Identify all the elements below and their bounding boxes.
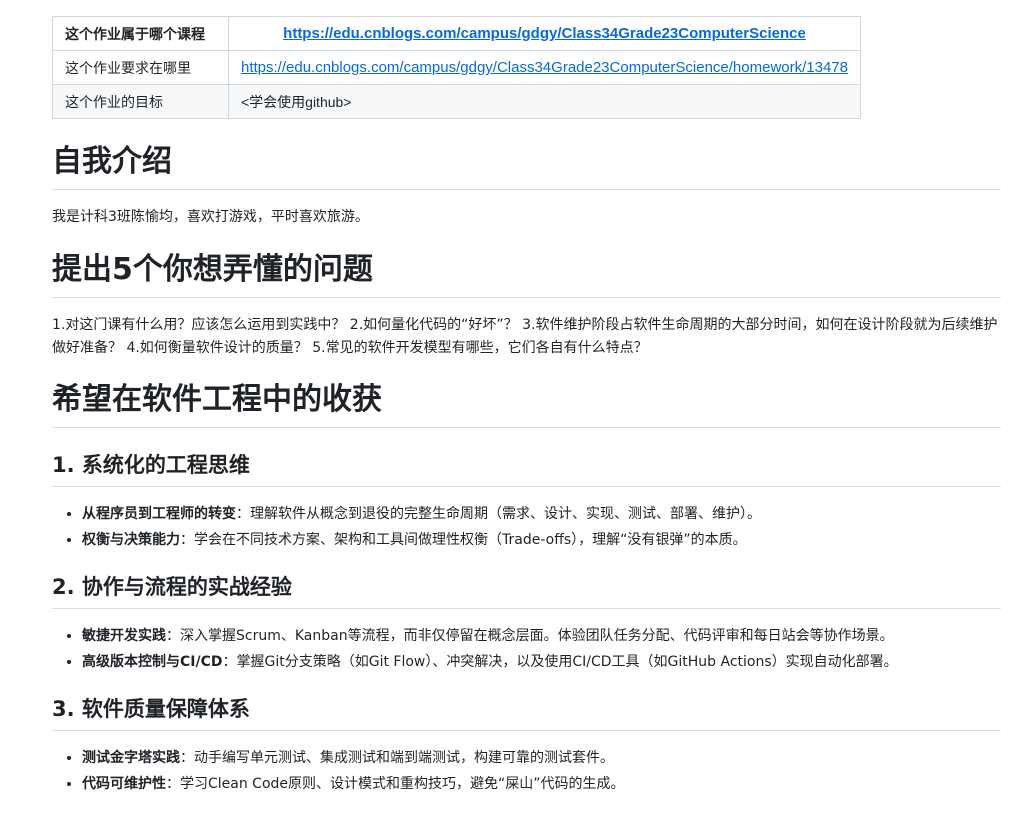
table-key-cell: 这个作业的目标 <box>52 84 229 119</box>
questions-heading: 提出5个你想弄懂的问题 <box>52 250 1001 298</box>
list-item-bold: 测试金字塔实践 <box>82 750 180 766</box>
section-list-quality: 测试金字塔实践：动手编写单元测试、集成测试和端到端测试，构建可靠的测试套件。 代… <box>52 745 1001 797</box>
list-item-bold: 高级版本控制与CI/CD <box>82 654 223 670</box>
article-content: 这个作业属于哪个课程 https://edu.cnblogs.com/campu… <box>52 16 1001 792</box>
section-list-collaboration: 敏捷开发实践：深入掌握Scrum、Kanban等流程，而非仅停留在概念层面。体验… <box>52 623 1001 675</box>
course-link[interactable]: https://edu.cnblogs.com/campus/gdgy/Clas… <box>283 25 806 42</box>
table-row: 这个作业属于哪个课程 https://edu.cnblogs.com/campu… <box>52 16 862 51</box>
list-item-text: ：掌握Git分支策略（如Git Flow）、冲突解决，以及使用CI/CD工具（如… <box>222 654 898 670</box>
section-heading-engineering-thinking: 1. 系统化的工程思维 <box>52 450 1001 487</box>
list-item-bold: 代码可维护性 <box>82 776 166 792</box>
list-item-bold: 权衡与决策能力 <box>82 532 180 548</box>
section-list-engineering-thinking: 从程序员到工程师的转变：理解软件从概念到退役的完整生命周期（需求、设计、实现、测… <box>52 501 1001 553</box>
table-row: 这个作业的目标 <学会使用github> <box>52 84 862 119</box>
table-value-cell: https://edu.cnblogs.com/campus/gdgy/Clas… <box>227 50 862 85</box>
list-item: 权衡与决策能力：学会在不同技术方案、架构和工具间做理性权衡（Trade-offs… <box>82 527 1001 553</box>
list-item: 敏捷开发实践：深入掌握Scrum、Kanban等流程，而非仅停留在概念层面。体验… <box>82 623 1001 649</box>
list-item-bold: 从程序员到工程师的转变 <box>82 506 236 522</box>
list-item: 高级版本控制与CI/CD：掌握Git分支策略（如Git Flow）、冲突解决，以… <box>82 649 1001 675</box>
questions-text: 1.对这门课有什么用？应该怎么运用到实践中？ 2.如何量化代码的“好坏”？ 3.… <box>52 317 998 356</box>
table-value-cell: <学会使用github> <box>227 84 862 119</box>
list-item-text: ：动手编写单元测试、集成测试和端到端测试，构建可靠的测试套件。 <box>180 750 614 766</box>
list-item-text: ：学习Clean Code原则、设计模式和重构技巧，避免“屎山”代码的生成。 <box>166 776 625 792</box>
table-key-cell: 这个作业属于哪个课程 <box>52 16 229 51</box>
list-item-bold: 敏捷开发实践 <box>82 628 166 644</box>
homework-link[interactable]: https://edu.cnblogs.com/campus/gdgy/Clas… <box>241 59 848 76</box>
section-heading-quality: 3. 软件质量保障体系 <box>52 694 1001 731</box>
table-key-cell: 这个作业要求在哪里 <box>52 50 229 85</box>
table-value-cell: https://edu.cnblogs.com/campus/gdgy/Clas… <box>227 16 862 51</box>
gains-heading: 希望在软件工程中的收获 <box>52 380 1001 428</box>
homework-info-table: 这个作业属于哪个课程 https://edu.cnblogs.com/campu… <box>52 16 862 119</box>
list-item: 代码可维护性：学习Clean Code原则、设计模式和重构技巧，避免“屎山”代码… <box>82 771 1001 797</box>
list-item: 从程序员到工程师的转变：理解软件从概念到退役的完整生命周期（需求、设计、实现、测… <box>82 501 1001 527</box>
list-item: 测试金字塔实践：动手编写单元测试、集成测试和端到端测试，构建可靠的测试套件。 <box>82 745 1001 771</box>
list-item-text: ：理解软件从概念到退役的完整生命周期（需求、设计、实现、测试、部署、维护）。 <box>236 506 761 522</box>
list-item-text: ：深入掌握Scrum、Kanban等流程，而非仅停留在概念层面。体验团队任务分配… <box>166 628 894 644</box>
section-heading-collaboration: 2. 协作与流程的实战经验 <box>52 572 1001 609</box>
intro-heading: 自我介绍 <box>52 142 1001 190</box>
list-item-text: ：学会在不同技术方案、架构和工具间做理性权衡（Trade-offs），理解“没有… <box>180 532 747 548</box>
intro-text: 我是计科3班陈愉均，喜欢打游戏，平时喜欢旅游。 <box>52 209 369 225</box>
table-row: 这个作业要求在哪里 https://edu.cnblogs.com/campus… <box>52 50 862 85</box>
